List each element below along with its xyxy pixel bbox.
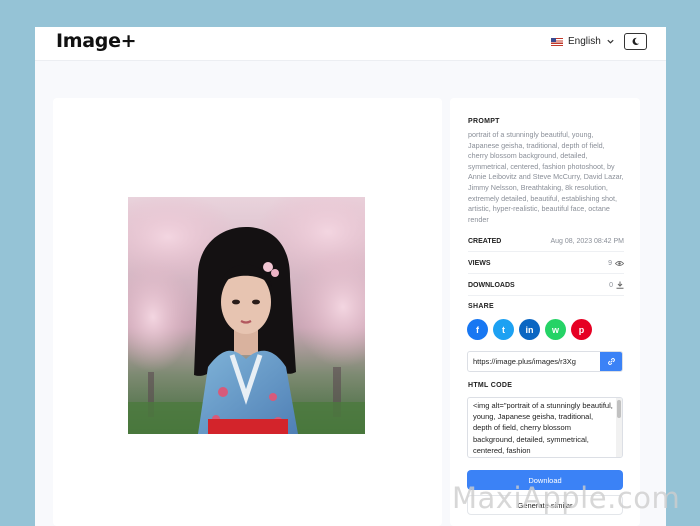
us-flag-icon <box>551 37 563 46</box>
facebook-share-button[interactable]: f <box>467 319 488 340</box>
theme-toggle-button[interactable] <box>624 33 647 50</box>
created-label: CREATED <box>468 237 502 245</box>
download-icon <box>616 281 624 289</box>
prompt-text: portrait of a stunningly beautiful, youn… <box>468 130 624 224</box>
html-code-label: HTML CODE <box>468 382 513 389</box>
eye-icon <box>615 260 624 266</box>
downloads-label: DOWNLOADS <box>468 281 515 289</box>
linkedin-icon: in <box>525 324 534 335</box>
moon-icon <box>632 37 640 46</box>
views-row: VIEWS 9 <box>468 253 624 274</box>
pinterest-icon: p <box>578 324 585 335</box>
twitter-share-button[interactable]: t <box>493 319 514 340</box>
share-url-group <box>467 351 623 372</box>
views-count: 9 <box>608 259 612 267</box>
html-code-textarea[interactable]: <img alt="portrait of a stunningly beaut… <box>467 397 623 458</box>
link-icon <box>607 358 615 365</box>
app-window: Image+ English PROMPT portrait of a stun… <box>35 27 666 526</box>
html-code-text: <img alt="portrait of a stunningly beaut… <box>473 401 613 455</box>
share-label: SHARE <box>468 303 495 310</box>
whatsapp-share-button[interactable]: w <box>545 319 566 340</box>
prompt-label: PROMPT <box>468 118 500 125</box>
twitter-icon: t <box>502 324 505 335</box>
image-details-panel: PROMPT portrait of a stunningly beautifu… <box>450 98 640 526</box>
image-preview-card <box>53 98 442 526</box>
language-selector[interactable]: English <box>551 36 615 47</box>
facebook-icon: f <box>476 324 479 335</box>
geisha-portrait-image <box>128 197 365 434</box>
whatsapp-icon: w <box>551 324 559 335</box>
chevron-down-icon <box>607 39 614 44</box>
generate-similar-button[interactable]: Generate similar <box>467 495 623 515</box>
generated-image[interactable] <box>128 197 365 434</box>
pinterest-share-button[interactable]: p <box>571 319 592 340</box>
share-buttons: f t in w p <box>467 319 592 340</box>
created-row: CREATED Aug 08, 2023 08:42 PM <box>468 231 624 252</box>
created-value: Aug 08, 2023 08:42 PM <box>550 237 624 245</box>
site-logo[interactable]: Image+ <box>56 30 137 52</box>
copy-url-button[interactable] <box>600 352 622 371</box>
code-scrollbar[interactable] <box>616 398 622 457</box>
code-scrollbar-thumb[interactable] <box>617 400 621 418</box>
linkedin-share-button[interactable]: in <box>519 319 540 340</box>
downloads-row: DOWNLOADS 0 <box>468 275 624 296</box>
downloads-count: 0 <box>609 281 613 289</box>
top-navbar: Image+ English <box>35 27 666 61</box>
share-url-input[interactable] <box>468 352 601 371</box>
language-label: English <box>568 36 601 47</box>
views-label: VIEWS <box>468 259 491 267</box>
download-button[interactable]: Download <box>467 470 623 490</box>
